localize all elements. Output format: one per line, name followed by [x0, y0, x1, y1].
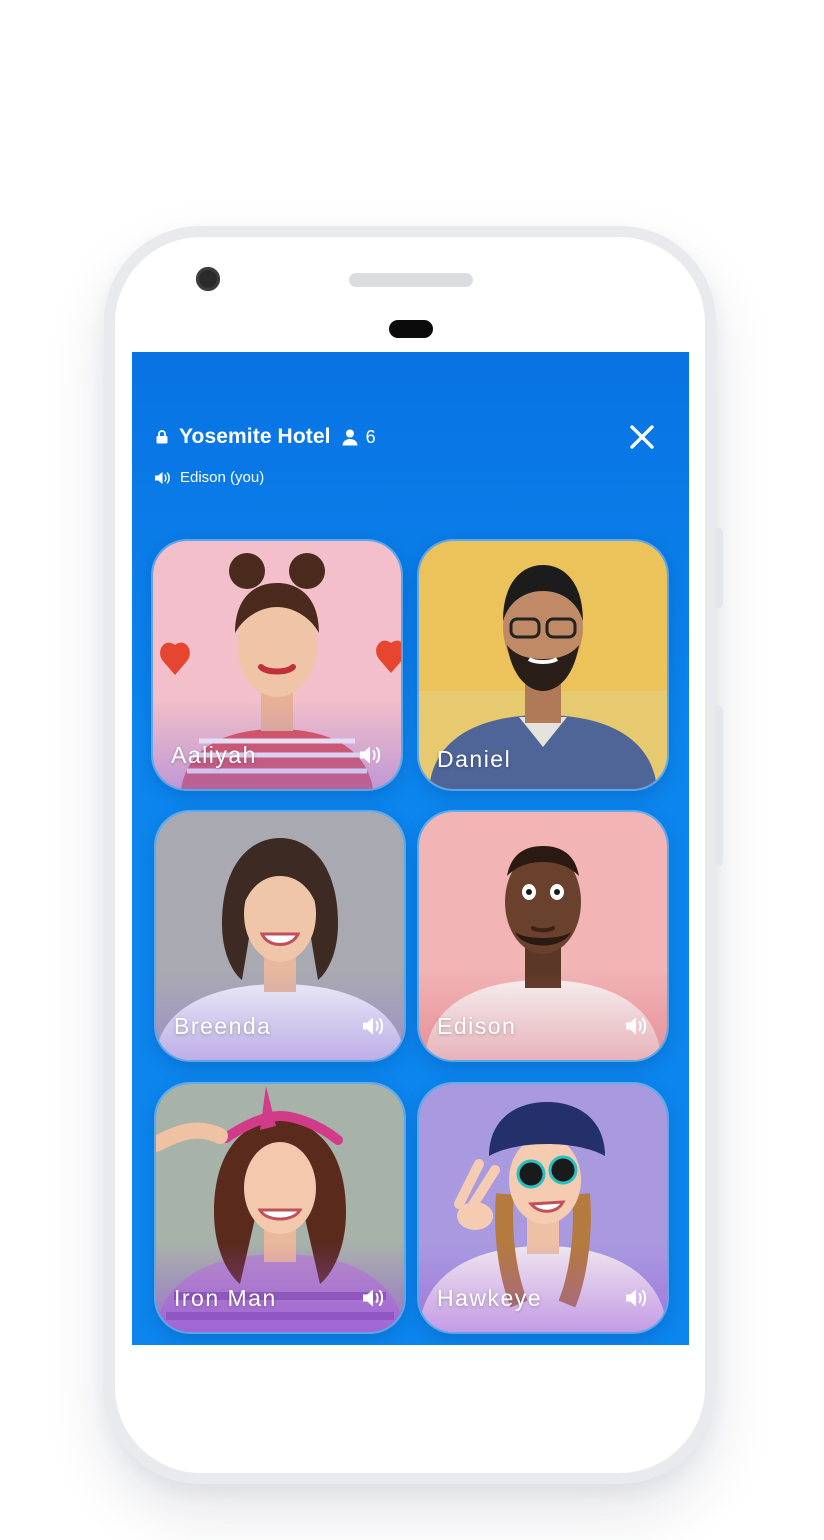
person-icon — [342, 429, 358, 445]
participant-tile-daniel[interactable]: Daniel — [419, 541, 667, 789]
speaker-icon[interactable] — [625, 1288, 649, 1308]
participant-name: Edison — [437, 1013, 517, 1039]
active-speaker-row: Edison (you) — [154, 469, 264, 486]
speaker-icon[interactable] — [359, 745, 383, 765]
participant-tile-edison[interactable]: Edison — [419, 812, 667, 1060]
participant-tile-hawkeye[interactable]: Hawkeye — [419, 1084, 667, 1332]
participant-tile-iron-man[interactable]: Iron Man — [156, 1084, 404, 1332]
lock-icon — [156, 430, 168, 444]
speaker-icon[interactable] — [625, 1016, 649, 1036]
room-header: Yosemite Hotel 6 Edison (you) — [132, 352, 689, 512]
participant-name: Iron Man — [174, 1285, 277, 1311]
front-camera — [196, 267, 220, 291]
active-speaker-name: Edison (you) — [180, 469, 265, 486]
stage: Yosemite Hotel 6 Edison (you) Aaliyah Da… — [0, 0, 824, 1540]
room-name: Yosemite Hotel — [179, 425, 331, 448]
room-title-row: Yosemite Hotel 6 — [156, 424, 376, 450]
speaker-icon[interactable] — [362, 1016, 386, 1036]
close-icon[interactable] — [629, 424, 655, 450]
participant-name: Hawkeye — [437, 1285, 543, 1311]
proximity-sensor — [389, 320, 433, 338]
power-button — [715, 528, 723, 608]
participant-name: Daniel — [437, 746, 512, 772]
app-screen: Yosemite Hotel 6 Edison (you) Aaliyah Da… — [132, 352, 689, 1345]
participant-name: Breenda — [174, 1013, 272, 1039]
volume-button — [715, 706, 723, 866]
participant-count: 6 — [365, 426, 376, 447]
participant-tile-aaliyah[interactable]: Aaliyah — [153, 541, 401, 789]
earpiece-speaker — [349, 273, 473, 287]
speaker-icon — [155, 471, 170, 484]
participant-tile-breenda[interactable]: Breenda — [156, 812, 404, 1060]
participant-name: Aaliyah — [171, 742, 257, 768]
speaker-icon[interactable] — [362, 1288, 386, 1308]
